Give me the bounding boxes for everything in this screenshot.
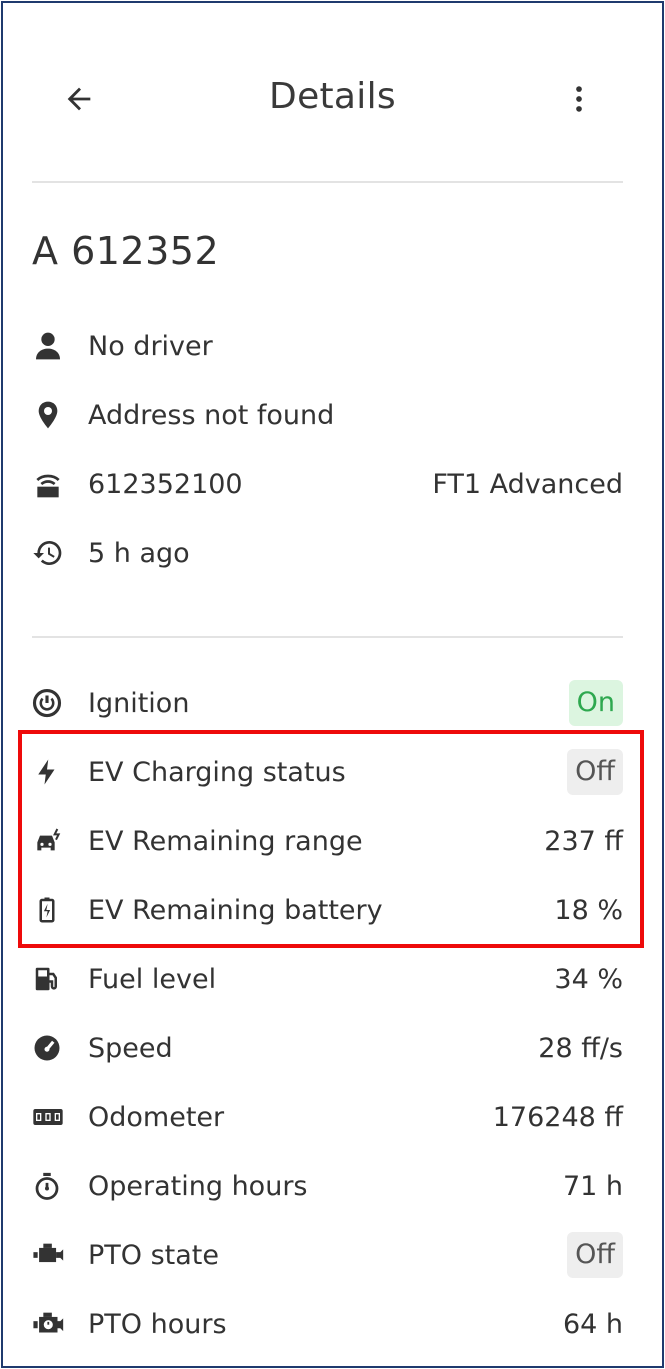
status-row-speed: Speed 28 ff/s bbox=[32, 1021, 623, 1075]
status-value: 64 h bbox=[562, 1308, 623, 1340]
last-seen-row: 5 h ago bbox=[32, 526, 623, 580]
odometer-icon bbox=[32, 1099, 68, 1135]
location-pin-icon bbox=[32, 397, 68, 433]
status-label: Odometer bbox=[88, 1101, 225, 1133]
engine-timer-icon bbox=[32, 1306, 68, 1342]
status-label: Ignition bbox=[88, 687, 190, 719]
ev-highlight-box bbox=[18, 730, 644, 948]
status-value: 28 ff/s bbox=[538, 1032, 623, 1064]
status-label: Operating hours bbox=[88, 1170, 308, 1202]
status-label: Speed bbox=[88, 1032, 173, 1064]
driver-label: No driver bbox=[88, 330, 213, 362]
stopwatch-icon bbox=[32, 1168, 68, 1204]
status-row-pto-state: PTO state Off bbox=[32, 1228, 623, 1282]
status-value: 34 % bbox=[554, 963, 623, 995]
status-label: Fuel level bbox=[88, 963, 217, 995]
power-icon bbox=[32, 685, 68, 721]
status-value: 176248 ff bbox=[492, 1101, 623, 1133]
status-row-odometer: Odometer 176248 ff bbox=[32, 1090, 623, 1144]
status-label: PTO hours bbox=[88, 1308, 227, 1340]
vehicle-id: A 612352 bbox=[32, 229, 220, 273]
status-row-ignition: Ignition On bbox=[32, 676, 623, 730]
divider bbox=[32, 181, 623, 183]
status-label: PTO state bbox=[88, 1239, 220, 1271]
status-value: 71 h bbox=[562, 1170, 623, 1202]
fuel-pump-icon bbox=[32, 961, 68, 997]
status-badge: On bbox=[568, 680, 623, 726]
person-icon bbox=[32, 328, 68, 364]
more-vertical-icon bbox=[576, 86, 582, 112]
details-panel: Details A 612352 No driver Address not f… bbox=[1, 1, 664, 1368]
signal-device-icon bbox=[32, 466, 68, 502]
engine-icon bbox=[32, 1237, 68, 1273]
speedometer-icon bbox=[32, 1030, 68, 1066]
status-row-pto-hours: PTO hours 64 h bbox=[32, 1297, 623, 1351]
history-icon bbox=[32, 535, 68, 571]
address-row: Address not found bbox=[32, 388, 623, 442]
status-row-fuel: Fuel level 34 % bbox=[32, 952, 623, 1006]
header: Details bbox=[3, 3, 662, 183]
status-row-operating-hours: Operating hours 71 h bbox=[32, 1159, 623, 1213]
device-model: FT1 Advanced bbox=[432, 468, 623, 500]
driver-row: No driver bbox=[32, 319, 623, 373]
device-id: 612352100 bbox=[88, 468, 243, 500]
device-row: 612352100 FT1 Advanced bbox=[32, 457, 623, 511]
status-badge: Off bbox=[567, 1232, 623, 1278]
address-label: Address not found bbox=[88, 399, 335, 431]
divider bbox=[32, 636, 623, 638]
last-seen-label: 5 h ago bbox=[88, 537, 190, 569]
more-options-button[interactable] bbox=[555, 75, 603, 123]
